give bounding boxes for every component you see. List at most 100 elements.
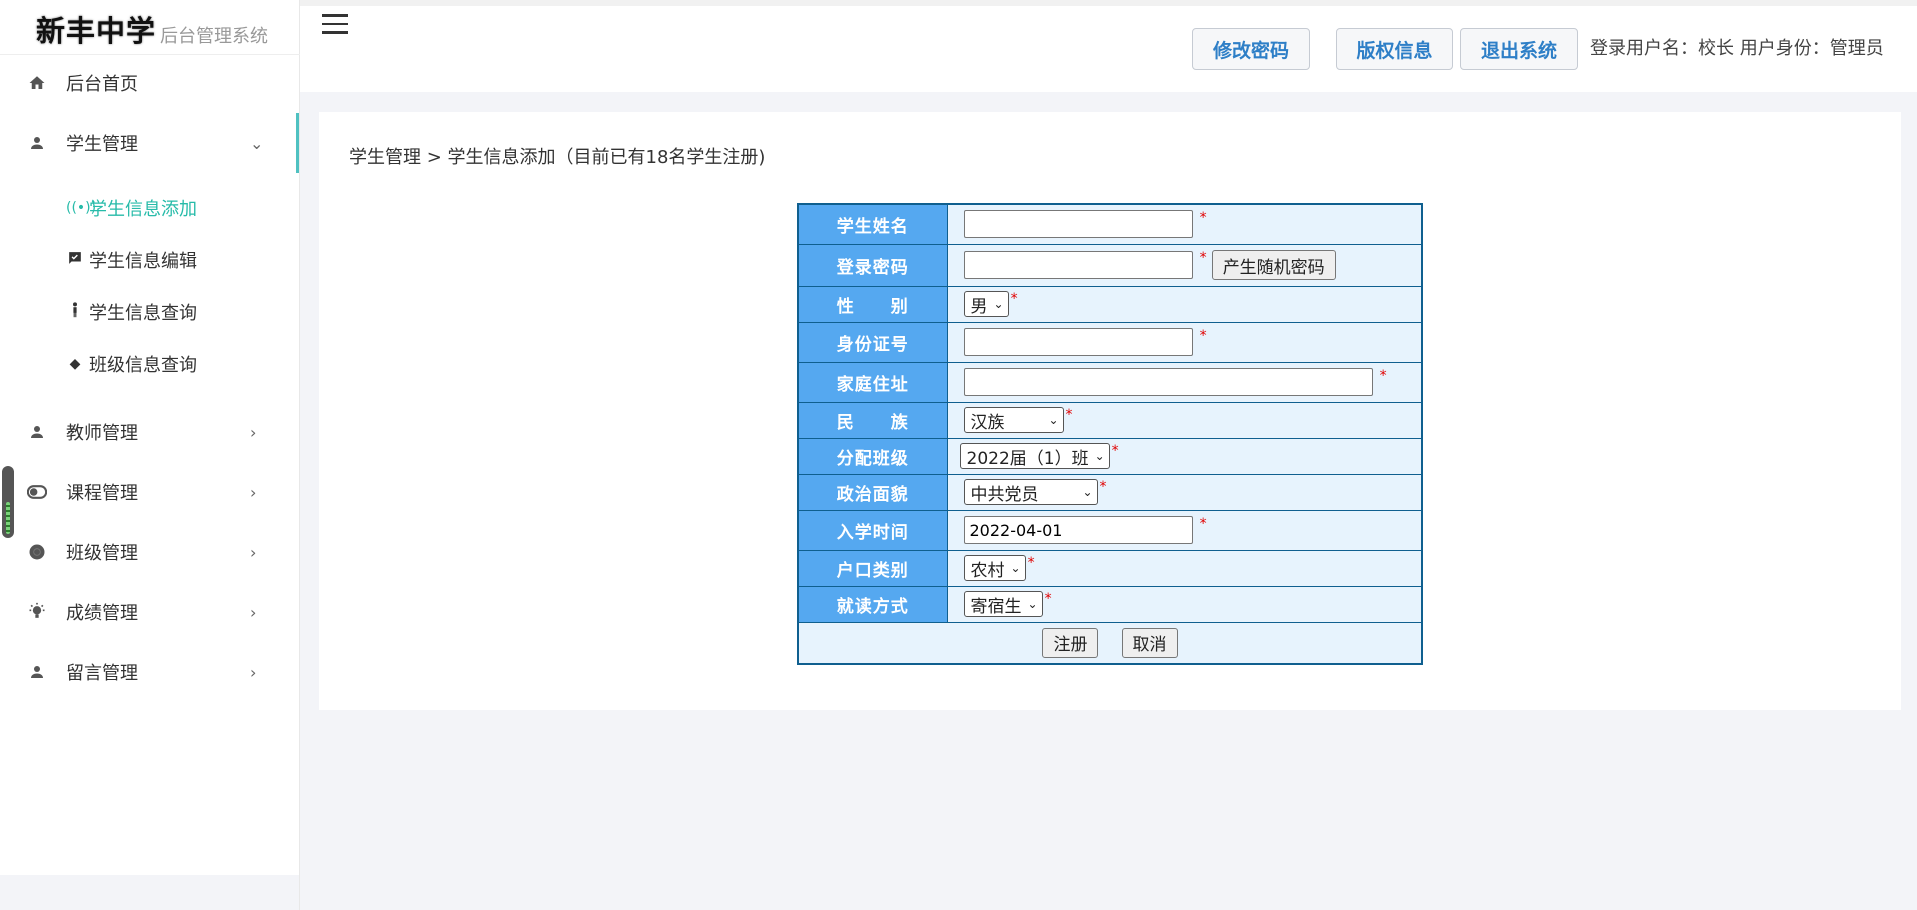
logout-button[interactable]: 退出系统 (1460, 28, 1578, 70)
brand: 新丰中学 后台管理系统 (36, 6, 276, 54)
label-politics: 政治面貌 (797, 473, 948, 511)
sidebar-item-label: 课程管理 (66, 483, 138, 504)
user-icon (26, 661, 48, 683)
sidebar-item-teacher-management[interactable]: 教师管理 › (0, 402, 299, 462)
diamond-icon: ◆ (69, 356, 81, 372)
sidebar-subitem-label: 学生信息查询 (89, 303, 197, 324)
sidebar-item-label: 教师管理 (66, 423, 138, 444)
label-ethnicity: 民 族 (797, 401, 948, 439)
field-cell: * 产生随机密码 (946, 243, 1423, 287)
required-mark: * (1065, 407, 1073, 423)
gender-select[interactable]: 男 ⌄ (963, 291, 1009, 317)
id-number-input[interactable] (963, 328, 1193, 356)
menu-toggle-icon[interactable] (322, 14, 348, 34)
change-password-button[interactable]: 修改密码 (1192, 28, 1310, 70)
form-row-study-mode: 就读方式 寄宿生 ⌄ * (797, 585, 1423, 623)
sidebar-item-message-management[interactable]: 留言管理 › (0, 642, 299, 702)
sidebar-subitem-student-add[interactable]: ((•)) 学生信息添加 (0, 186, 299, 230)
label-id-number: 身份证号 (797, 321, 948, 363)
form-row-class: 分配班级 2022届（1）班 ⌄ * (797, 437, 1423, 475)
required-mark: * (1010, 291, 1018, 307)
scroll-handle[interactable] (2, 466, 14, 538)
chevron-right-icon: › (250, 422, 257, 442)
label-study-mode: 就读方式 (797, 585, 948, 623)
user-icon (26, 132, 48, 154)
chevron-down-icon: ⌄ (1010, 561, 1021, 575)
sidebar-item-label: 留言管理 (66, 663, 138, 684)
address-input[interactable] (963, 368, 1373, 396)
form-row-politics: 政治面貌 中共党员 ⌄ * (797, 473, 1423, 511)
sidebar-subitem-class-query[interactable]: ◆ 班级信息查询 (0, 342, 299, 386)
form-row-enroll-date: 入学时间 * (797, 509, 1423, 551)
brand-title: 新丰中学 (36, 14, 157, 48)
toggle-icon (26, 481, 48, 503)
form-row-name: 学生姓名 * (797, 203, 1423, 245)
label-name: 学生姓名 (797, 203, 948, 245)
copyright-button[interactable]: 版权信息 (1336, 28, 1453, 70)
chevron-down-icon: ⌄ (1027, 597, 1038, 611)
label-gender: 性 别 (797, 285, 948, 323)
sidebar-subitem-label: 班级信息查询 (89, 355, 197, 376)
sidebar-item-label: 后台首页 (66, 74, 138, 95)
sidebar-item-label: 学生管理 (66, 134, 138, 155)
actions-cell: 注册 取消 (797, 621, 1423, 665)
cancel-button[interactable]: 取消 (1121, 627, 1178, 658)
gender-value: 男 (970, 296, 988, 317)
chevron-down-icon: ⌄ (993, 297, 1004, 311)
politics-select[interactable]: 中共党员 ⌄ (963, 479, 1098, 505)
sidebar: 新丰中学 后台管理系统 后台首页 学生管理 ⌄ ((•)) 学生信息添加 学生信… (0, 0, 300, 875)
chevron-down-icon: ⌄ (1082, 485, 1093, 499)
user-info: 登录用户名：校长 用户身份：管理员 (1590, 38, 1884, 59)
study-mode-value: 寄宿生 (970, 596, 1022, 617)
required-mark: * (1199, 210, 1207, 227)
field-cell: * (946, 203, 1423, 245)
password-input[interactable] (963, 251, 1193, 279)
gear-icon (26, 541, 48, 563)
chevron-right-icon: › (250, 602, 257, 622)
user-icon (26, 421, 48, 443)
required-mark: * (1111, 443, 1119, 459)
field-cell: 汉族 ⌄ * (946, 401, 1423, 439)
field-cell: 2022届（1）班 ⌄ * (946, 437, 1423, 475)
label-class: 分配班级 (797, 437, 948, 475)
form-row-gender: 性 别 男 ⌄ * (797, 285, 1423, 323)
study-mode-select[interactable]: 寄宿生 ⌄ (963, 591, 1043, 617)
sidebar-item-course-management[interactable]: 课程管理 › (0, 462, 299, 522)
sidebar-item-score-management[interactable]: 成绩管理 › (0, 582, 299, 642)
sidebar-subitem-student-query[interactable]: 学生信息查询 (0, 290, 299, 334)
student-name-input[interactable] (963, 210, 1193, 239)
field-cell: * (946, 509, 1423, 551)
field-cell: 寄宿生 ⌄ * (946, 585, 1423, 623)
chevron-down-icon: ⌄ (1094, 449, 1105, 463)
sidebar-subitem-student-edit[interactable]: 学生信息编辑 (0, 238, 299, 282)
chevron-right-icon: › (250, 482, 257, 502)
form-row-id-number: 身份证号 * (797, 321, 1423, 363)
sidebar-subitem-label: 学生信息编辑 (89, 251, 197, 272)
required-mark: * (1199, 516, 1207, 532)
ethnicity-value: 汉族 (970, 412, 1005, 433)
student-add-form: 学生姓名 * 登录密码 * 产生随机密码 性 别 男 ⌄ * 身份证号 * 家庭住址… (797, 203, 1423, 665)
sidebar-subitem-label: 学生信息添加 (89, 199, 197, 220)
sidebar-item-class-management[interactable]: 班级管理 › (0, 522, 299, 582)
submit-button[interactable]: 注册 (1042, 627, 1099, 658)
required-mark: * (1044, 591, 1052, 607)
person-icon (66, 302, 84, 322)
hukou-select[interactable]: 农村 ⌄ (963, 555, 1026, 581)
field-cell: 中共党员 ⌄ * (946, 473, 1423, 511)
required-mark: * (1099, 479, 1107, 495)
breadcrumb: 学生管理 > 学生信息添加（目前已有18名学生注册) (349, 147, 766, 168)
field-cell: 农村 ⌄ * (946, 549, 1423, 587)
chevron-right-icon: › (250, 542, 257, 562)
random-password-button[interactable]: 产生随机密码 (1211, 250, 1336, 280)
form-row-ethnicity: 民 族 汉族 ⌄ * (797, 401, 1423, 439)
chevron-down-icon: ⌄ (1048, 413, 1059, 427)
form-row-hukou: 户口类别 农村 ⌄ * (797, 549, 1423, 587)
sidebar-item-student-management[interactable]: 学生管理 ⌄ (0, 113, 299, 173)
label-enroll-date: 入学时间 (797, 509, 948, 551)
sidebar-item-home[interactable]: 后台首页 (0, 53, 299, 113)
label-hukou: 户口类别 (797, 549, 948, 587)
ethnicity-select[interactable]: 汉族 ⌄ (963, 407, 1064, 433)
class-select[interactable]: 2022届（1）班 ⌄ (959, 443, 1110, 469)
enroll-date-input[interactable] (963, 516, 1193, 544)
label-password: 登录密码 (797, 243, 948, 287)
